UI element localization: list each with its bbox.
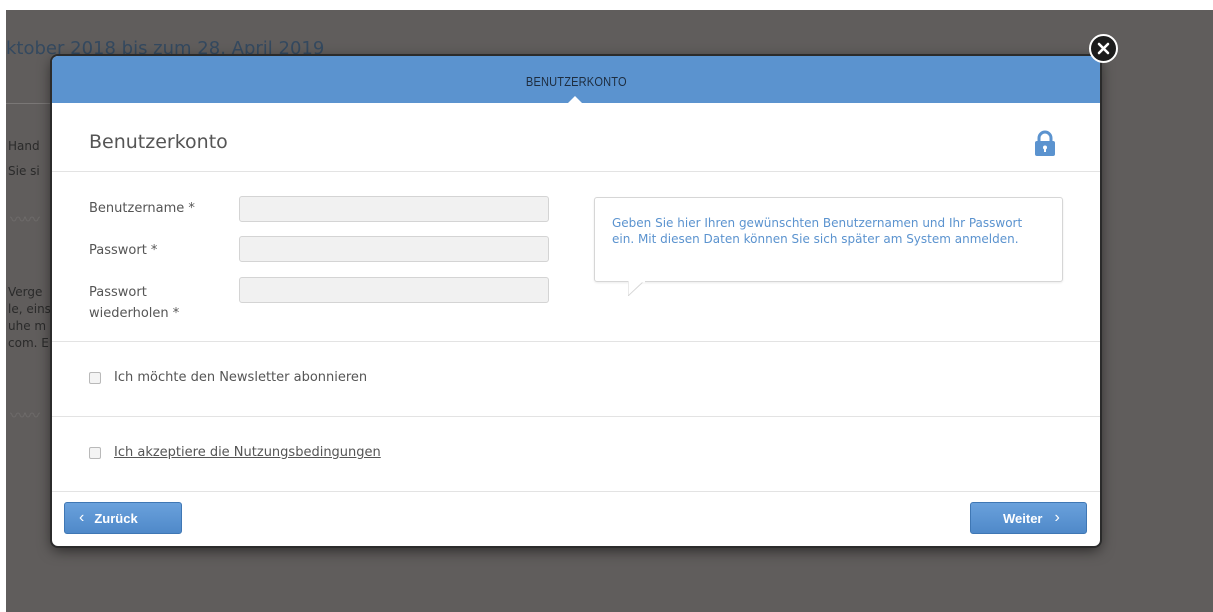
- password-label: Passwort *: [89, 243, 158, 258]
- close-icon: [1097, 42, 1110, 55]
- background-text: le, eins: [8, 302, 51, 316]
- divider-wave: 〰〰: [10, 408, 40, 425]
- terms-link[interactable]: Ich akzeptiere die Nutzungsbedingungen: [114, 445, 381, 460]
- modal-footer: ‹ Zurück Weiter ›: [52, 492, 1100, 546]
- background-text: Hand: [8, 139, 40, 153]
- next-button-label: Weiter: [1003, 510, 1043, 526]
- tooltip-tail: [628, 281, 645, 296]
- username-input[interactable]: [239, 196, 549, 222]
- back-button-label: Zurück: [94, 510, 138, 526]
- account-modal: BENUTZERKONTO Benutzerkonto Benutzername…: [52, 56, 1100, 546]
- close-button[interactable]: [1089, 34, 1118, 63]
- chevron-right-icon: ›: [1054, 509, 1060, 526]
- section-title-row: Benutzerkonto: [52, 103, 1100, 172]
- password-repeat-label-line2: wiederholen *: [89, 306, 180, 321]
- newsletter-section: Ich möchte den Newsletter abonnieren: [52, 342, 1100, 417]
- next-button[interactable]: Weiter ›: [970, 502, 1087, 534]
- background-text: com. E: [8, 336, 49, 350]
- divider-wave: 〰〰: [10, 212, 40, 229]
- help-tooltip: Geben Sie hier Ihren gewünschten Benutze…: [594, 197, 1063, 282]
- newsletter-label[interactable]: Ich möchte den Newsletter abonnieren: [114, 370, 367, 385]
- chevron-left-icon: ‹: [79, 509, 85, 526]
- section-title: Benutzerkonto: [89, 131, 228, 153]
- password-repeat-label-line1: Passwort: [89, 285, 147, 300]
- password-repeat-label: Passwort wiederholen *: [89, 282, 179, 324]
- back-button[interactable]: ‹ Zurück: [64, 502, 182, 534]
- background-text: Verge: [8, 285, 43, 299]
- password-repeat-input[interactable]: [239, 277, 549, 303]
- password-input[interactable]: [239, 236, 549, 262]
- background-text: Sie si: [8, 164, 40, 178]
- newsletter-checkbox[interactable]: [89, 372, 101, 384]
- terms-section: Ich akzeptiere die Nutzungsbedingungen: [52, 417, 1100, 492]
- help-tooltip-text: Geben Sie hier Ihren gewünschten Benutze…: [612, 216, 1023, 246]
- lock-icon: [1035, 130, 1055, 156]
- modal-header-title: BENUTZERKONTO: [525, 74, 627, 89]
- modal-header: BENUTZERKONTO: [52, 56, 1100, 104]
- background-text: uhe m: [8, 319, 47, 333]
- credentials-section: Benutzername * Passwort * Passwort wiede…: [52, 172, 1100, 342]
- terms-checkbox[interactable]: [89, 447, 101, 459]
- username-label: Benutzername *: [89, 201, 195, 216]
